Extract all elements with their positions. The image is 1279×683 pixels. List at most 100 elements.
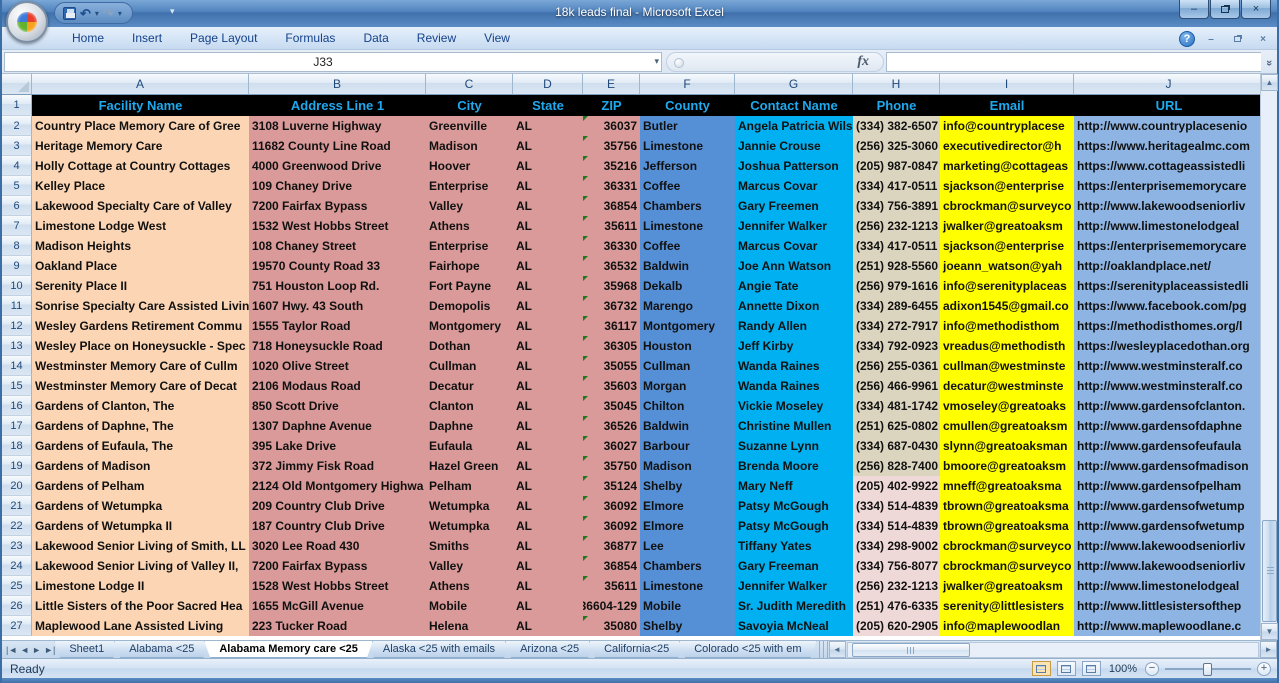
cell-zip[interactable]: 36877 <box>583 536 640 556</box>
next-sheet-icon[interactable]: ► <box>32 645 41 655</box>
cell-facility-name[interactable]: Madison Heights <box>32 236 249 256</box>
cell-city[interactable]: Hazel Green <box>426 456 513 476</box>
cell-city[interactable]: Montgomery <box>426 316 513 336</box>
cell-contact-name[interactable]: Wanda Raines <box>735 376 853 396</box>
cell-address[interactable]: 1607 Hwy. 43 South <box>249 296 426 316</box>
cell-city[interactable]: Decatur <box>426 376 513 396</box>
cell-zip[interactable]: 36854 <box>583 196 640 216</box>
cell-zip[interactable]: 35750 <box>583 456 640 476</box>
cell-phone[interactable]: (205) 987-0847 <box>853 156 940 176</box>
ribbon-tab-page-layout[interactable]: Page Layout <box>176 27 271 50</box>
cell-contact-name[interactable]: Patsy McGough <box>735 496 853 516</box>
cell-url[interactable]: http://www.lakewoodseniorliv <box>1074 556 1264 576</box>
cell-facility-name[interactable]: Limestone Lodge West <box>32 216 249 236</box>
cell-city[interactable]: Enterprise <box>426 236 513 256</box>
cell-facility-name[interactable]: Gardens of Eufaula, The <box>32 436 249 456</box>
cell-phone[interactable]: (334) 514-4839 <box>853 496 940 516</box>
cell-contact-name[interactable]: Angela Patricia Wils <box>735 116 853 136</box>
cell-facility-name[interactable]: Wesley Place on Honeysuckle - Spec <box>32 336 249 356</box>
cell-email[interactable]: slynn@greatoaksman <box>940 436 1074 456</box>
row-header-6[interactable]: 6 <box>2 196 32 216</box>
cell-email[interactable]: info@maplewoodlan <box>940 616 1074 636</box>
cell-facility-name[interactable]: Serenity Place II <box>32 276 249 296</box>
insert-function-icon[interactable]: fx <box>857 54 869 70</box>
workbook-restore-button[interactable] <box>1227 32 1247 46</box>
row-header-17[interactable]: 17 <box>2 416 32 436</box>
cell-url[interactable]: http://www.westminsteralf.co <box>1074 356 1264 376</box>
cell-url[interactable]: https://wesleyplacedothan.org <box>1074 336 1264 356</box>
close-button[interactable]: × <box>1241 0 1271 19</box>
tab-split-handle[interactable] <box>819 641 829 658</box>
cell-phone[interactable]: (334) 514-4839 <box>853 516 940 536</box>
cell-email[interactable]: mneff@greatoaksma <box>940 476 1074 496</box>
row-header-25[interactable]: 25 <box>2 576 32 596</box>
cell-city[interactable]: Wetumpka <box>426 496 513 516</box>
cell-zip[interactable]: 36117 <box>583 316 640 336</box>
cell-url[interactable]: http://www.lakewoodseniorliv <box>1074 536 1264 556</box>
cell-city[interactable]: Eufaula <box>426 436 513 456</box>
cell-county[interactable]: Shelby <box>640 476 735 496</box>
page-break-view-button[interactable] <box>1082 661 1101 676</box>
cell-county[interactable]: Coffee <box>640 176 735 196</box>
cell-address[interactable]: 11682 County Line Road <box>249 136 426 156</box>
column-header-B[interactable]: B <box>249 74 426 95</box>
cell-address[interactable]: 19570 County Road 33 <box>249 256 426 276</box>
cell-zip[interactable]: 36092 <box>583 516 640 536</box>
cell-state[interactable]: AL <box>513 576 583 596</box>
cell-address[interactable]: 209 Country Club Drive <box>249 496 426 516</box>
minimize-button[interactable]: – <box>1179 0 1209 19</box>
cell-contact-name[interactable]: Jennifer Walker <box>735 576 853 596</box>
cell-url[interactable]: http://www.lakewoodseniorliv <box>1074 196 1264 216</box>
cell-facility-name[interactable]: Gardens of Wetumpka II <box>32 516 249 536</box>
ribbon-tab-home[interactable]: Home <box>58 27 118 50</box>
row-header-8[interactable]: 8 <box>2 236 32 256</box>
cell-county[interactable]: Barbour <box>640 436 735 456</box>
cell-zip[interactable]: 36732 <box>583 296 640 316</box>
cell-city[interactable]: Mobile <box>426 596 513 616</box>
column-header-G[interactable]: G <box>735 74 853 95</box>
scroll-up-icon[interactable]: ▲ <box>1261 74 1278 91</box>
cell-email[interactable]: decatur@westminste <box>940 376 1074 396</box>
cell-contact-name[interactable]: Savoyia McNeal <box>735 616 853 636</box>
cell-county[interactable]: Limestone <box>640 576 735 596</box>
cell-phone[interactable]: (334) 687-0430 <box>853 436 940 456</box>
cell-state[interactable]: AL <box>513 276 583 296</box>
cell-zip[interactable]: 36027 <box>583 436 640 456</box>
cell-facility-name[interactable]: Limestone Lodge II <box>32 576 249 596</box>
cell-contact-name[interactable]: Suzanne Lynn <box>735 436 853 456</box>
zoom-out-icon[interactable]: − <box>1145 662 1159 676</box>
row-header-10[interactable]: 10 <box>2 276 32 296</box>
row-header-19[interactable]: 19 <box>2 456 32 476</box>
cell-phone[interactable]: (334) 792-0923 <box>853 336 940 356</box>
cell-contact-name[interactable]: Jennifer Walker <box>735 216 853 236</box>
select-all-corner[interactable] <box>2 74 32 95</box>
cell-zip[interactable]: 35080 <box>583 616 640 636</box>
column-header-J[interactable]: J <box>1074 74 1264 95</box>
cell-facility-name[interactable]: Gardens of Clanton, The <box>32 396 249 416</box>
cell-state[interactable]: AL <box>513 336 583 356</box>
cell-state[interactable]: AL <box>513 136 583 156</box>
cell-state[interactable]: AL <box>513 116 583 136</box>
row-header-14[interactable]: 14 <box>2 356 32 376</box>
cell-zip[interactable]: 35055 <box>583 356 640 376</box>
cell-phone[interactable]: (256) 828-7400 <box>853 456 940 476</box>
name-box[interactable]: J33 ▾ <box>4 52 662 72</box>
cell-address[interactable]: 109 Chaney Drive <box>249 176 426 196</box>
first-sheet-icon[interactable]: |◄ <box>6 645 17 655</box>
cell-city[interactable]: Valley <box>426 196 513 216</box>
page-layout-view-button[interactable] <box>1057 661 1076 676</box>
row-header-1[interactable]: 1 <box>2 95 32 116</box>
cell-email[interactable]: joeann_watson@yah <box>940 256 1074 276</box>
cell-city[interactable]: Valley <box>426 556 513 576</box>
sheet-tab-alaska-25-with-emails[interactable]: Alaska <25 with emails <box>368 641 510 658</box>
row-header-7[interactable]: 7 <box>2 216 32 236</box>
cell-address[interactable]: 850 Scott Drive <box>249 396 426 416</box>
cell-email[interactable]: serenity@littlesisters <box>940 596 1074 616</box>
cell-contact-name[interactable]: Angie Tate <box>735 276 853 296</box>
cell-facility-name[interactable]: Little Sisters of the Poor Sacred Hea <box>32 596 249 616</box>
cell-contact-name[interactable]: Joshua Patterson <box>735 156 853 176</box>
cell-address[interactable]: 7200 Fairfax Bypass <box>249 556 426 576</box>
cell-url[interactable]: http://www.gardensofdaphne <box>1074 416 1264 436</box>
cell-facility-name[interactable]: Lakewood Senior Living of Valley II, <box>32 556 249 576</box>
cell-address[interactable]: 223 Tucker Road <box>249 616 426 636</box>
